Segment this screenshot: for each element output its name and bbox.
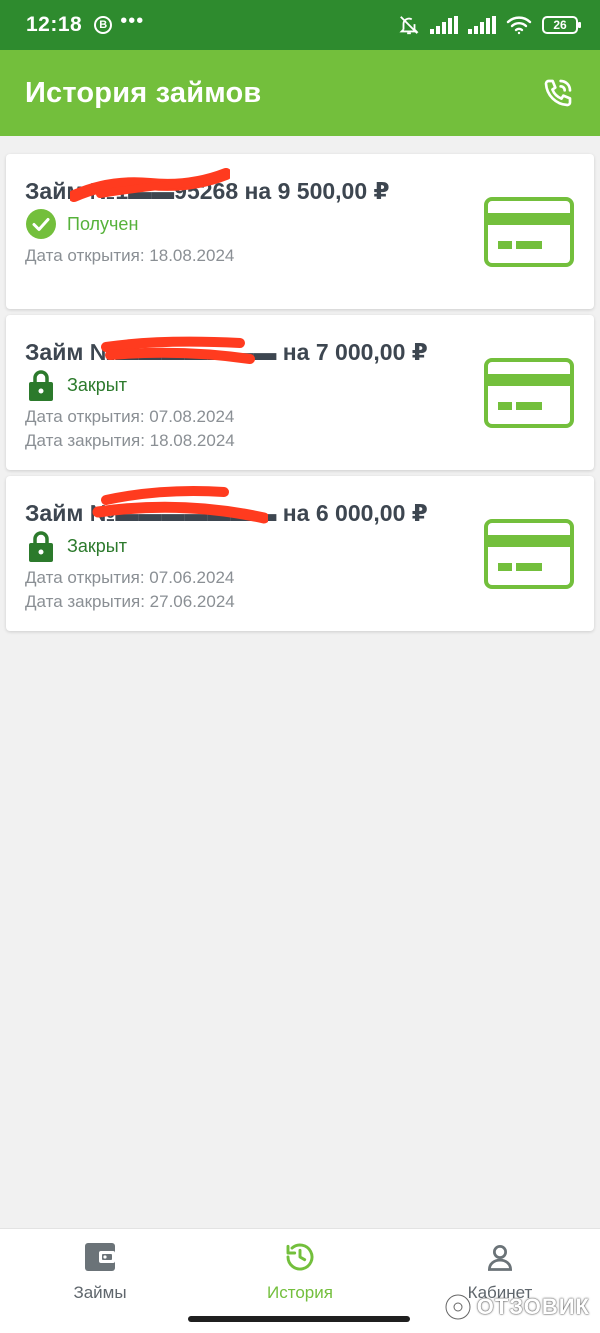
loan-open-date: Дата открытия: 18.08.2024: [25, 246, 235, 265]
lock-icon: [25, 530, 57, 562]
user-icon: [484, 1241, 516, 1273]
status-bar: 12:18 B ••• 26: [0, 0, 600, 50]
loan-card[interactable]: Займ №▬▬▬▬▬▬▬ на 6 000,00 ₽ Закрыт Дата …: [6, 476, 594, 631]
nav-label: Займы: [73, 1283, 127, 1302]
wifi-icon: [506, 16, 532, 35]
battery-icon: 26: [542, 16, 581, 34]
loan-card[interactable]: Займ №▬▬▬▬▬▬▬ на 7 000,00 ₽ Закрыт Дата …: [6, 315, 594, 470]
check-circle-icon: [25, 208, 57, 240]
nav-item-loans[interactable]: Займы: [0, 1229, 200, 1333]
status-time: 12:18: [26, 13, 83, 36]
watermark: ОТЗОВИК: [443, 1292, 590, 1322]
signal-icon: [468, 16, 496, 34]
credit-card-icon: [484, 197, 574, 267]
home-indicator[interactable]: [188, 1316, 410, 1322]
loan-status: Закрыт: [25, 369, 127, 401]
loan-close-date: Дата закрытия: 27.06.2024: [25, 592, 235, 611]
notification-badge: B: [94, 16, 113, 34]
loan-title: Займ №1▬▬95268 на 9 500,00 ₽: [25, 178, 390, 204]
overflow-dots: •••: [120, 10, 145, 32]
status-label: Закрыт: [67, 535, 127, 556]
lock-icon: [25, 369, 57, 401]
app-bar: История займов: [0, 50, 600, 136]
loan-title: Займ №▬▬▬▬▬▬▬ на 7 000,00 ₽: [25, 339, 428, 365]
signal-icon: [430, 16, 458, 34]
history-icon: [284, 1241, 316, 1273]
loan-open-date: Дата открытия: 07.08.2024: [25, 407, 235, 426]
call-button[interactable]: [540, 75, 576, 111]
watermark-text: ОТЗОВИК: [476, 1294, 590, 1319]
loan-status: Получен: [25, 208, 138, 240]
loan-card[interactable]: Займ №1▬▬95268 на 9 500,00 ₽ Получен Дат…: [6, 154, 594, 309]
status-icons: 26: [398, 14, 581, 36]
status-label: Получен: [67, 213, 139, 234]
loan-close-date: Дата закрытия: 18.08.2024: [25, 431, 235, 450]
loan-open-date: Дата открытия: 07.06.2024: [25, 568, 235, 587]
credit-card-icon: [484, 519, 574, 589]
status-label: Закрыт: [67, 374, 127, 395]
credit-card-icon: [484, 358, 574, 428]
loan-title: Займ №▬▬▬▬▬▬▬ на 6 000,00 ₽: [25, 500, 428, 526]
loan-status: Закрыт: [25, 530, 127, 562]
phone-call-icon: [544, 79, 572, 107]
bell-off-icon: [399, 16, 419, 35]
otzovik-logo-icon: [443, 1293, 472, 1321]
page-title: История займов: [25, 76, 262, 109]
wallet-icon: [84, 1241, 116, 1273]
nav-label: История: [267, 1283, 333, 1302]
